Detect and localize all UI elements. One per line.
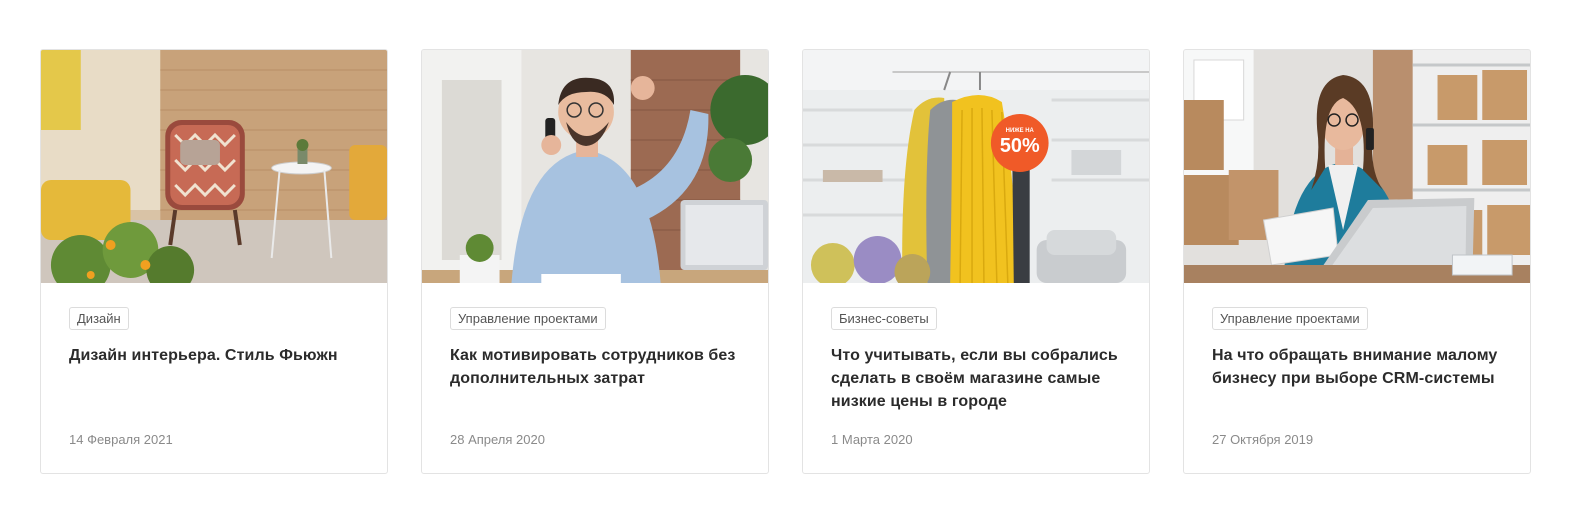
article-card[interactable]: Управление проектами На что обращать вни…	[1183, 49, 1531, 474]
article-date: 14 Февраля 2021	[69, 432, 173, 447]
article-title[interactable]: Как мотивировать сотрудников без дополни…	[450, 344, 744, 390]
article-card[interactable]: НИЖЕ НА 50% Бизнес-советы Что учитывать,…	[802, 49, 1150, 474]
sale-badge-percent: 50%	[1000, 135, 1040, 157]
article-card-body: Управление проектами На что обращать вни…	[1212, 307, 1506, 390]
article-card-body: Дизайн Дизайн интерьера. Стиль Фьюжн	[69, 307, 363, 367]
category-tag[interactable]: Бизнес-советы	[831, 307, 937, 330]
interior-armchair-photo[interactable]	[41, 50, 387, 283]
articles-grid: Дизайн Дизайн интерьера. Стиль Фьюжн 14 …	[40, 49, 1531, 474]
category-tag[interactable]: Управление проектами	[450, 307, 606, 330]
clothes-rack-sale-photo[interactable]: НИЖЕ НА 50%	[803, 50, 1149, 283]
article-card[interactable]: Дизайн Дизайн интерьера. Стиль Фьюжн 14 …	[40, 49, 388, 474]
article-card[interactable]: Управление проектами Как мотивировать со…	[421, 49, 769, 474]
category-tag[interactable]: Управление проектами	[1212, 307, 1368, 330]
article-date: 27 Октября 2019	[1212, 432, 1314, 447]
category-tag[interactable]: Дизайн	[69, 307, 129, 330]
article-card-body: Бизнес-советы Что учитывать, если вы соб…	[831, 307, 1125, 413]
article-card-body: Управление проектами Как мотивировать со…	[450, 307, 744, 390]
article-title[interactable]: Дизайн интерьера. Стиль Фьюжн	[69, 344, 363, 367]
sale-badge-caption: НИЖЕ НА	[1006, 128, 1035, 134]
woman-with-laptop-photo[interactable]	[1184, 50, 1530, 283]
happy-man-on-phone-photo[interactable]	[422, 50, 768, 283]
article-title[interactable]: Что учитывать, если вы собрались сделать…	[831, 344, 1125, 413]
article-title[interactable]: На что обращать внимание малому бизнесу …	[1212, 344, 1506, 390]
article-date: 28 Апреля 2020	[450, 432, 545, 447]
article-date: 1 Марта 2020	[831, 432, 913, 447]
